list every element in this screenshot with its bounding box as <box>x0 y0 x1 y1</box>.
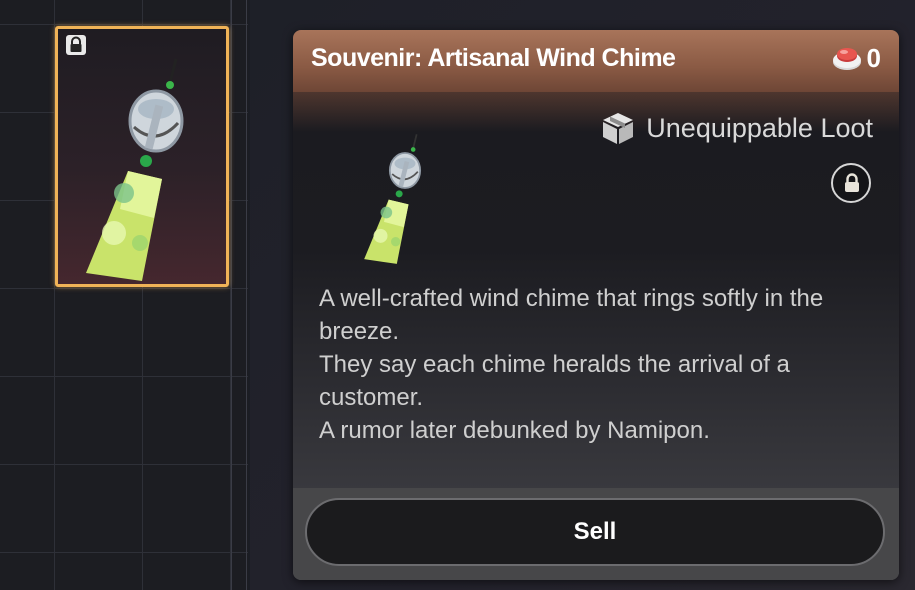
lock-icon <box>66 35 86 55</box>
panel-header: Souvenir: Artisanal Wind Chime 0 <box>293 30 899 92</box>
wind-chime-icon <box>364 134 422 264</box>
item-type: Unequippable Loot <box>600 110 873 146</box>
item-description: A well-crafted wind chime that rings sof… <box>319 282 879 447</box>
panel-footer: Sell <box>293 488 899 580</box>
grid-divider <box>246 0 247 590</box>
wind-chime-icon <box>86 58 184 281</box>
currency-value: 0 <box>866 42 881 73</box>
item-type-label: Unequippable Loot <box>646 112 873 143</box>
box-icon <box>603 113 634 144</box>
grid-divider <box>231 0 232 590</box>
lock-icon <box>845 173 859 192</box>
red-button-token-icon <box>832 48 861 70</box>
description-line: A rumor later debunked by Namipon. <box>319 417 710 444</box>
description-line: A well-crafted wind chime that rings sof… <box>319 285 824 345</box>
inventory-slot-selected[interactable] <box>55 26 229 287</box>
item-title: Souvenir: Artisanal Wind Chime <box>311 44 676 72</box>
item-detail-panel: Souvenir: Artisanal Wind Chime 0 Unequip… <box>293 30 899 580</box>
currency-display: 0 <box>831 42 881 74</box>
sell-button[interactable]: Sell <box>305 498 885 566</box>
description-line: They say each chime heralds the arrival … <box>319 351 790 411</box>
lock-toggle-button[interactable] <box>831 163 871 203</box>
